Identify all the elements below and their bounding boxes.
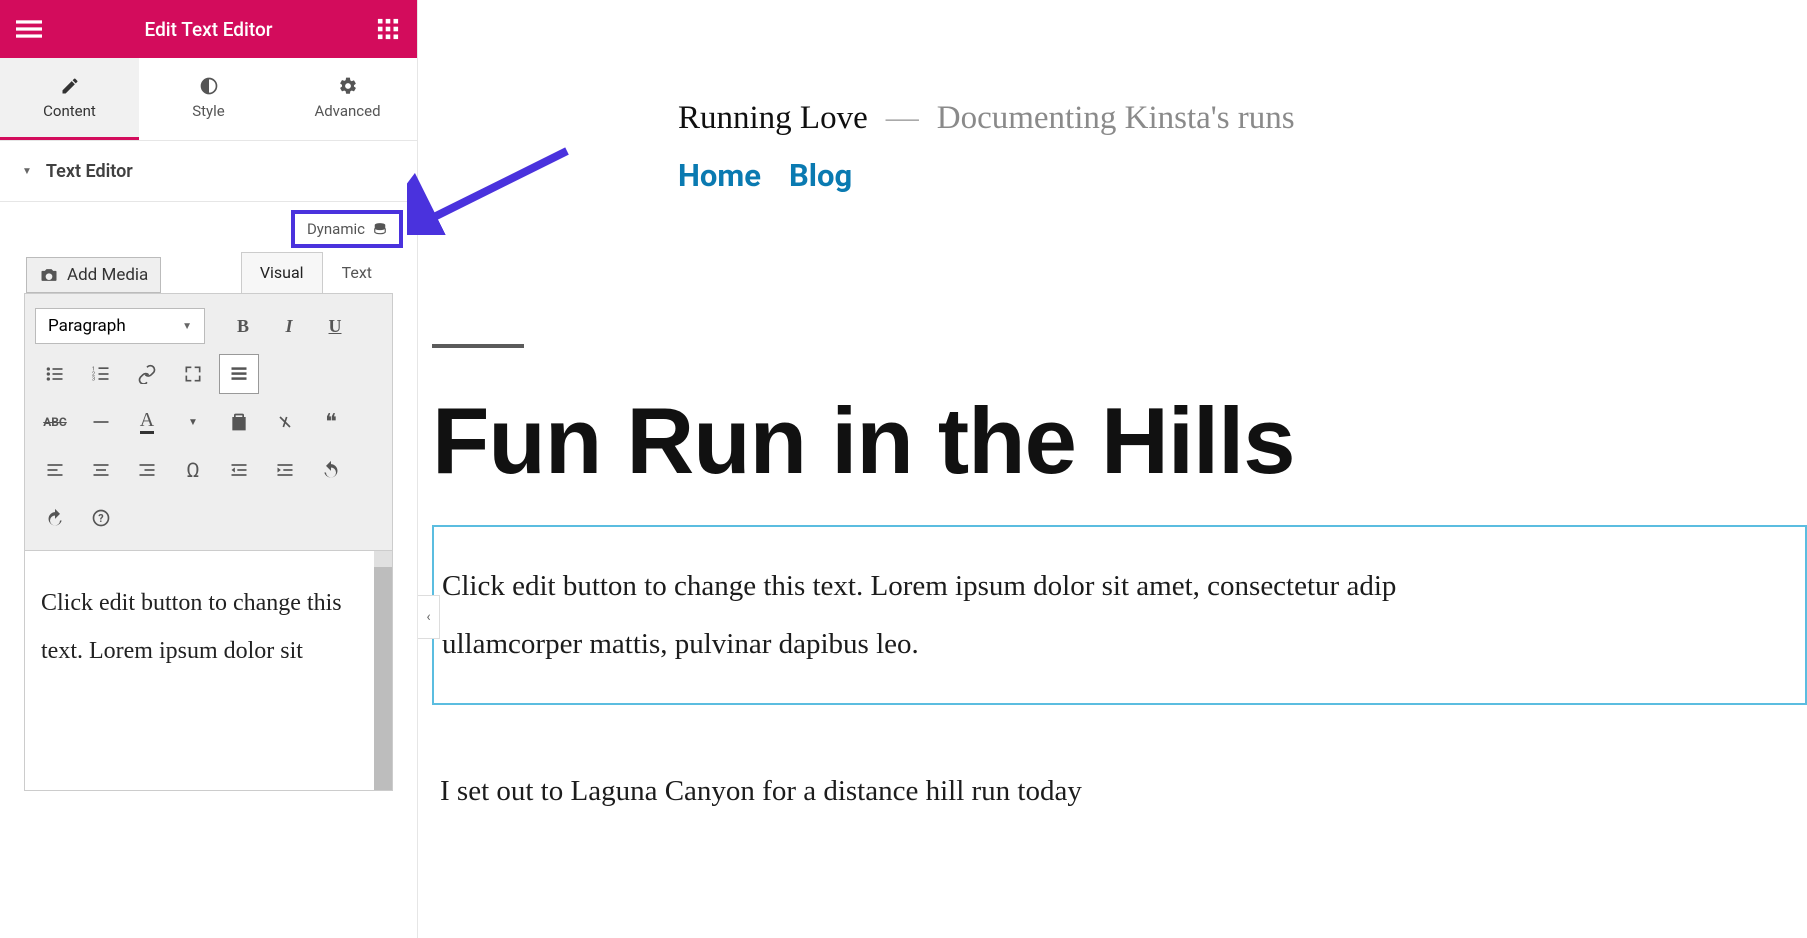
- camera-music-icon: [39, 265, 59, 285]
- indent-button[interactable]: [265, 450, 305, 490]
- link-button[interactable]: [127, 354, 167, 394]
- dash-separator: —: [886, 100, 919, 137]
- help-button[interactable]: ?: [81, 498, 121, 538]
- database-icon: [373, 222, 387, 236]
- editor-body-wrap: Click edit button to change this text. L…: [24, 551, 393, 791]
- panel-collapse-handle[interactable]: ‹: [418, 595, 440, 639]
- site-title[interactable]: Running Love: [678, 100, 868, 137]
- align-left-button[interactable]: [35, 450, 75, 490]
- add-media-button[interactable]: Add Media: [26, 257, 161, 293]
- hamburger-menu-icon[interactable]: [14, 14, 44, 44]
- tab-advanced-label: Advanced: [314, 102, 380, 120]
- tab-content[interactable]: Content: [0, 58, 139, 140]
- bold-button[interactable]: B: [223, 306, 263, 346]
- editor-top-row: Add Media Visual Text: [0, 252, 417, 293]
- editor-body[interactable]: Click edit button to change this text. L…: [25, 551, 374, 790]
- dynamic-button[interactable]: Dynamic: [291, 210, 403, 248]
- numbered-list-button[interactable]: 123: [81, 354, 121, 394]
- redo-button[interactable]: [35, 498, 75, 538]
- post-title[interactable]: Fun Run in the Hills: [432, 392, 1807, 491]
- section-text-editor[interactable]: ▼ Text Editor: [0, 140, 417, 202]
- editor-scrollbar[interactable]: [374, 551, 392, 790]
- apps-grid-icon[interactable]: [373, 14, 403, 44]
- paste-text-button[interactable]: [219, 402, 259, 442]
- nav-link-home[interactable]: Home: [678, 157, 761, 194]
- bulleted-list-button[interactable]: [35, 354, 75, 394]
- special-char-button[interactable]: Ω: [173, 450, 213, 490]
- tab-advanced[interactable]: Advanced: [278, 58, 417, 140]
- site-header: Running Love — Documenting Kinsta's runs…: [418, 100, 1807, 194]
- panel-header: Edit Text Editor: [0, 0, 417, 58]
- tab-style[interactable]: Style: [139, 58, 278, 140]
- tab-style-label: Style: [192, 102, 225, 120]
- dynamic-row: Dynamic: [0, 202, 417, 252]
- chevron-down-icon: ▼: [182, 321, 192, 332]
- italic-button[interactable]: I: [269, 306, 309, 346]
- underline-button[interactable]: U: [315, 306, 355, 346]
- post: Fun Run in the Hills Click edit button t…: [418, 344, 1807, 808]
- format-select[interactable]: Paragraph ▼: [35, 308, 205, 344]
- panel-title: Edit Text Editor: [44, 18, 373, 41]
- caret-down-icon: ▼: [22, 166, 32, 177]
- align-right-button[interactable]: [127, 450, 167, 490]
- undo-button[interactable]: [311, 450, 351, 490]
- section-title: Text Editor: [46, 161, 133, 182]
- panel-tabs: Content Style Advanced: [0, 58, 417, 140]
- preview-canvas: Running Love — Documenting Kinsta's runs…: [418, 0, 1807, 938]
- mode-tab-text[interactable]: Text: [323, 252, 391, 293]
- blockquote-button[interactable]: ❝: [311, 402, 351, 442]
- placeholder-line-2: ullamcorper mattis, pulvinar dapibus leo…: [442, 615, 1797, 673]
- placeholder-line-1: Click edit button to change this text. L…: [442, 557, 1797, 615]
- horizontal-rule-button[interactable]: [81, 402, 121, 442]
- toolbar-toggle-button[interactable]: [219, 354, 259, 394]
- strikethrough-button[interactable]: ABC: [35, 402, 75, 442]
- format-select-value: Paragraph: [48, 316, 126, 336]
- svg-text:?: ?: [98, 512, 103, 525]
- align-center-button[interactable]: [81, 450, 121, 490]
- dynamic-label: Dynamic: [307, 220, 365, 238]
- text-color-button[interactable]: A: [127, 402, 167, 442]
- text-editor-widget-selected[interactable]: Click edit button to change this text. L…: [432, 525, 1807, 705]
- nav-link-blog[interactable]: Blog: [789, 157, 852, 194]
- post-rule: [432, 344, 524, 348]
- post-paragraph: I set out to Laguna Canyon for a distanc…: [432, 775, 1807, 808]
- clear-formatting-button[interactable]: [265, 402, 305, 442]
- outdent-button[interactable]: [219, 450, 259, 490]
- editor-mode-tabs: Visual Text: [241, 252, 391, 293]
- site-tagline: Documenting Kinsta's runs: [937, 100, 1295, 137]
- site-nav: Home Blog: [678, 157, 1807, 194]
- tab-content-label: Content: [43, 102, 96, 120]
- svg-text:3: 3: [92, 377, 95, 383]
- fullscreen-button[interactable]: [173, 354, 213, 394]
- mode-tab-visual[interactable]: Visual: [241, 252, 323, 293]
- editor-panel: Edit Text Editor Content Style Advanced …: [0, 0, 418, 938]
- editor-toolbar: Paragraph ▼ B I U 123 ABC A ▼ ❝: [24, 293, 393, 551]
- text-color-dropdown[interactable]: ▼: [173, 402, 213, 442]
- add-media-label: Add Media: [67, 265, 148, 285]
